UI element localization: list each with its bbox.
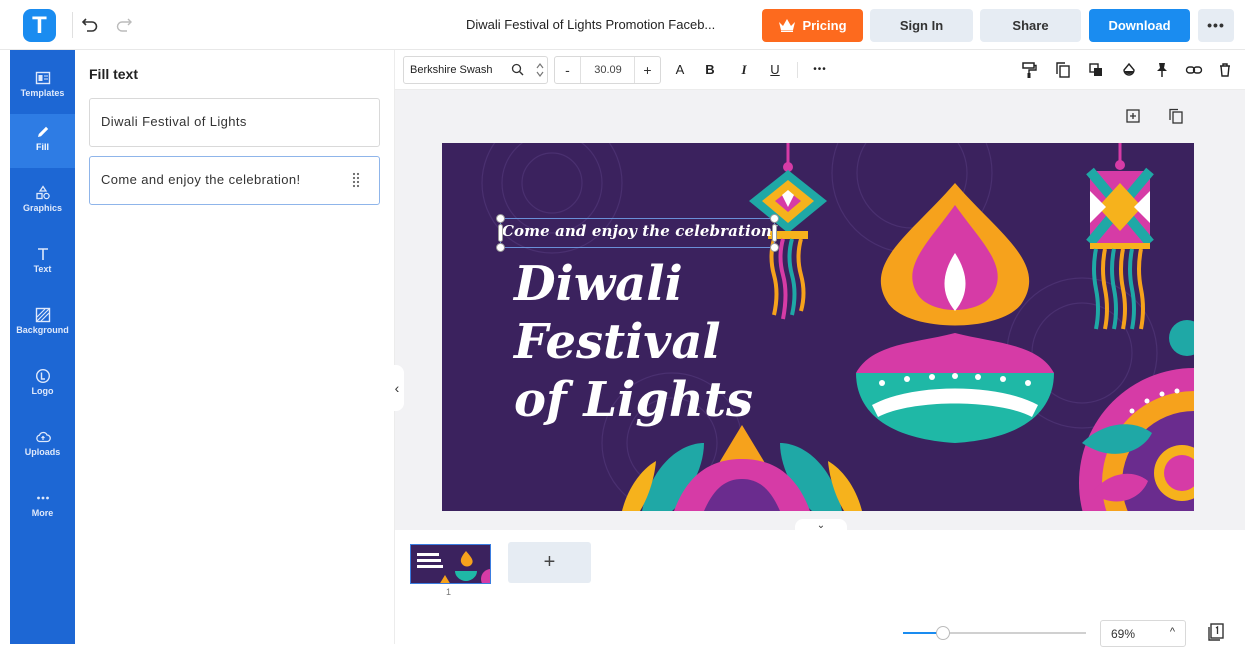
more-icon xyxy=(36,496,49,500)
flower-bottom-illustration xyxy=(622,425,862,511)
resize-handle[interactable] xyxy=(770,214,779,223)
chevron-up-icon: ^ xyxy=(1169,626,1175,638)
page-number: 1 xyxy=(446,587,452,597)
document-title[interactable]: Diwali Festival of Lights Promotion Face… xyxy=(466,17,715,32)
headline-line: Diwali xyxy=(514,256,683,312)
left-sidebar: Templates Fill Graphics Text Background … xyxy=(10,50,75,644)
mandala-right-illustration xyxy=(1079,320,1194,511)
sidebar-item-more[interactable]: More xyxy=(10,480,75,534)
resize-side-handle[interactable] xyxy=(772,224,777,242)
sidebar-item-background[interactable]: Background xyxy=(10,297,75,351)
diya-lamp-illustration xyxy=(856,183,1054,443)
zoom-slider[interactable] xyxy=(903,626,1086,640)
pricing-button[interactable]: Pricing xyxy=(762,9,863,42)
templates-icon xyxy=(35,71,50,85)
sidebar-item-templates[interactable]: Templates xyxy=(10,60,75,114)
app-logo[interactable]: T xyxy=(23,9,56,42)
text-toolbar: Berkshire Swash - 30.09 + A B I U ••• xyxy=(395,50,1245,90)
toolbar-divider xyxy=(797,62,798,78)
background-icon xyxy=(35,307,50,323)
page-thumbnail[interactable] xyxy=(410,544,491,584)
text-field-value: Come and enjoy the celebration! xyxy=(101,172,301,187)
undo-icon[interactable] xyxy=(81,14,99,34)
drag-handle-icon[interactable] xyxy=(352,172,360,188)
sidebar-item-label: Text xyxy=(33,264,52,274)
more-options-button[interactable]: ••• xyxy=(1198,9,1234,42)
font-size-decrease-button[interactable]: - xyxy=(555,57,581,83)
font-size-increase-button[interactable]: + xyxy=(634,57,660,83)
download-button[interactable]: Download xyxy=(1089,9,1190,42)
spinner-arrows-icon[interactable] xyxy=(535,60,545,80)
add-page-button[interactable]: + xyxy=(508,542,591,583)
sidebar-item-label: Fill xyxy=(36,142,49,152)
logo-icon xyxy=(35,368,50,384)
canvas-headline-text[interactable]: Diwali Festival of Lights xyxy=(514,255,753,429)
thumbnail-preview xyxy=(411,545,490,583)
sidebar-item-logo[interactable]: Logo xyxy=(10,358,75,412)
zoom-select[interactable]: 69% ^ xyxy=(1100,620,1186,647)
sidebar-item-label: Graphics xyxy=(22,203,62,213)
text-field-tagline[interactable]: Come and enjoy the celebration! xyxy=(89,156,380,205)
resize-side-handle[interactable] xyxy=(498,224,503,242)
fill-text-panel: Fill text Diwali Festival of Lights Come… xyxy=(75,50,395,644)
sidebar-item-fill[interactable]: Fill xyxy=(10,114,75,168)
crown-icon xyxy=(779,19,796,32)
shapes-icon xyxy=(35,185,50,200)
selection-box xyxy=(500,218,775,248)
redo-icon[interactable] xyxy=(115,14,133,34)
top-bar: T Diwali Festival of Lights Promotion Fa… xyxy=(0,0,1245,50)
font-size-input[interactable]: 30.09 xyxy=(581,57,635,83)
collapse-pages-button[interactable]: ⌄ xyxy=(795,519,847,533)
layer-order-icon[interactable] xyxy=(1088,60,1104,80)
font-family-value: Berkshire Swash xyxy=(410,64,493,76)
italic-button[interactable]: I xyxy=(737,60,751,80)
sign-in-button[interactable]: Sign In xyxy=(870,9,973,42)
collapse-panel-button[interactable]: ‹ xyxy=(390,365,404,411)
format-painter-icon[interactable] xyxy=(1021,60,1037,80)
sidebar-item-label: Templates xyxy=(20,88,65,98)
zoom-slider-handle[interactable] xyxy=(936,626,951,640)
link-icon[interactable] xyxy=(1185,60,1203,80)
toolbar-more-button[interactable]: ••• xyxy=(811,60,829,80)
font-size-stepper: - 30.09 + xyxy=(554,56,661,84)
divider xyxy=(72,12,73,38)
resize-handle[interactable] xyxy=(496,243,505,252)
sidebar-item-label: Uploads xyxy=(24,447,61,457)
text-icon xyxy=(37,248,48,260)
duplicate-icon[interactable] xyxy=(1055,60,1071,80)
headline-line: of Lights xyxy=(514,372,754,428)
pricing-label: Pricing xyxy=(802,18,847,33)
trash-icon[interactable] xyxy=(1218,60,1232,80)
headline-line: Festival xyxy=(514,314,721,370)
resize-handle[interactable] xyxy=(496,214,505,223)
underline-button[interactable]: U xyxy=(768,60,782,80)
lantern-right-illustration xyxy=(1086,143,1154,330)
sidebar-item-label: More xyxy=(31,508,54,518)
sidebar-item-text[interactable]: Text xyxy=(10,236,75,290)
pencil-icon xyxy=(37,126,48,137)
search-icon[interactable] xyxy=(511,63,524,76)
sidebar-item-label: Background xyxy=(16,325,69,335)
zoom-value: 69% xyxy=(1111,627,1136,641)
sidebar-item-graphics[interactable]: Graphics xyxy=(10,175,75,229)
sidebar-item-label: Logo xyxy=(31,386,54,396)
page-view-icon[interactable] xyxy=(1206,622,1226,642)
bold-button[interactable]: B xyxy=(703,60,717,80)
sidebar-item-uploads[interactable]: Uploads xyxy=(10,419,75,473)
text-case-button[interactable]: A xyxy=(673,60,687,80)
panel-title: Fill text xyxy=(89,66,139,82)
text-field-headline[interactable]: Diwali Festival of Lights xyxy=(89,98,380,147)
cloud-upload-icon xyxy=(35,431,51,443)
design-canvas[interactable]: Come and enjoy the celebration! Diwali F… xyxy=(442,143,1194,511)
copy-page-icon[interactable] xyxy=(1168,108,1184,124)
font-family-select[interactable]: Berkshire Swash xyxy=(403,56,548,84)
resize-handle[interactable] xyxy=(770,243,779,252)
add-page-icon[interactable] xyxy=(1125,108,1141,124)
pin-icon[interactable] xyxy=(1154,60,1170,80)
share-button[interactable]: Share xyxy=(980,9,1081,42)
fill-color-icon[interactable] xyxy=(1121,60,1137,80)
